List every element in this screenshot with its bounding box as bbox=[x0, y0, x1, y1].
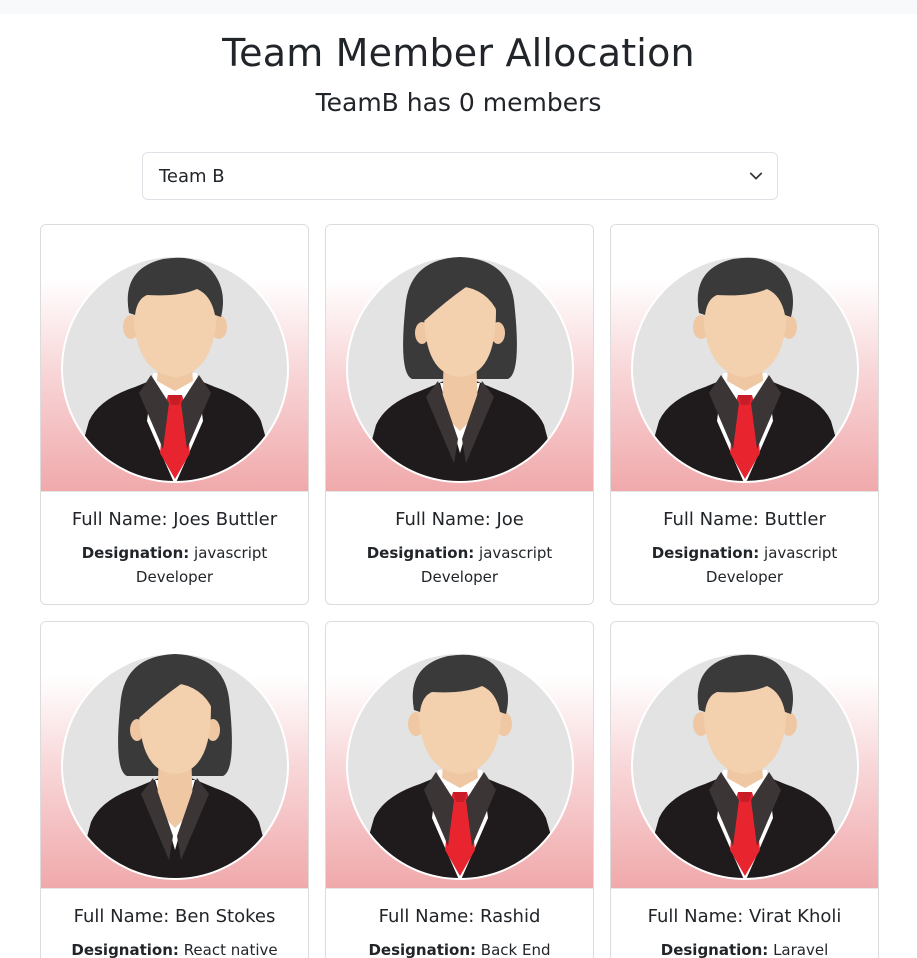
page-title: Team Member Allocation bbox=[222, 31, 695, 75]
employee-photo-area bbox=[41, 622, 308, 889]
top-bar bbox=[0, 0, 917, 14]
full-name-value: Ben Stokes bbox=[175, 906, 276, 927]
full-name-label: Full Name: bbox=[663, 509, 765, 530]
employee-photo-area bbox=[326, 622, 593, 889]
team-member-count: TeamB has 0 members bbox=[315, 88, 602, 117]
male-avatar-icon bbox=[621, 253, 869, 485]
employee-photo-area bbox=[611, 225, 878, 492]
designation-label: Designation: bbox=[368, 941, 477, 958]
full-name-label: Full Name: bbox=[73, 906, 176, 927]
employee-designation: Designation: javascript Developer bbox=[635, 541, 854, 589]
designation-label: Designation: bbox=[660, 941, 769, 958]
female-avatar-icon bbox=[51, 650, 299, 882]
employee-designation: Designation: javascript Developer bbox=[65, 541, 284, 589]
employee-full-name: Full Name: Virat Kholi bbox=[611, 905, 878, 929]
full-name-label: Full Name: bbox=[71, 509, 174, 530]
employee-designation: Designation: React native bbox=[65, 938, 284, 958]
employee-card[interactable]: Full Name: Virat Kholi Designation: Larav… bbox=[610, 621, 879, 958]
full-name-label: Full Name: bbox=[395, 509, 497, 530]
employee-full-name: Full Name: Joes Buttler bbox=[41, 508, 308, 532]
employee-full-name: Full Name: Ben Stokes bbox=[41, 905, 308, 929]
employee-card[interactable]: Full Name: Joes Buttler Designation: java… bbox=[40, 224, 309, 605]
male-avatar-icon bbox=[621, 650, 869, 882]
employee-card[interactable]: Full Name: Rashid Designation: Back End bbox=[325, 621, 594, 958]
team-select-value: Team B bbox=[159, 166, 225, 187]
chevron-down-icon bbox=[749, 172, 763, 180]
employee-full-name: Full Name: Joe bbox=[326, 508, 593, 532]
employee-photo-area bbox=[611, 622, 878, 889]
full-name-value: Rashid bbox=[480, 906, 541, 927]
employee-card[interactable]: Full Name: Buttler Designation: javascrip… bbox=[610, 224, 879, 605]
male-avatar-icon bbox=[336, 650, 584, 882]
employee-designation: Designation: javascript Developer bbox=[350, 541, 569, 589]
full-name-value: Buttler bbox=[764, 509, 826, 530]
employee-card[interactable]: Full Name: Ben Stokes Designation: React … bbox=[40, 621, 309, 958]
designation-label: Designation: bbox=[651, 544, 760, 562]
full-name-label: Full Name: bbox=[378, 906, 481, 927]
employee-full-name: Full Name: Rashid bbox=[326, 905, 593, 929]
employee-card[interactable]: Full Name: Joe Designation: javascript De… bbox=[325, 224, 594, 605]
designation-label: Designation: bbox=[71, 941, 179, 958]
designation-label: Designation: bbox=[81, 544, 190, 562]
team-select[interactable]: Team B bbox=[142, 152, 778, 200]
full-name-value: Joe bbox=[496, 509, 524, 530]
full-name-value: Joes Buttler bbox=[173, 509, 278, 530]
employee-designation: Designation: Laravel Developer bbox=[635, 938, 854, 958]
designation-label: Designation: bbox=[366, 544, 475, 562]
employee-full-name: Full Name: Buttler bbox=[611, 508, 878, 532]
designation-value: React native bbox=[183, 941, 278, 958]
designation-value: Back End bbox=[480, 941, 551, 958]
employee-photo-area bbox=[326, 225, 593, 492]
full-name-label: Full Name: bbox=[647, 906, 750, 927]
male-avatar-icon bbox=[51, 253, 299, 485]
employee-designation: Designation: Back End bbox=[350, 938, 569, 958]
full-name-value: Virat Kholi bbox=[749, 906, 842, 927]
female-avatar-icon bbox=[336, 253, 584, 485]
employee-card-grid: Full Name: Joes Buttler Designation: java… bbox=[40, 224, 880, 958]
employee-photo-area bbox=[41, 225, 308, 492]
